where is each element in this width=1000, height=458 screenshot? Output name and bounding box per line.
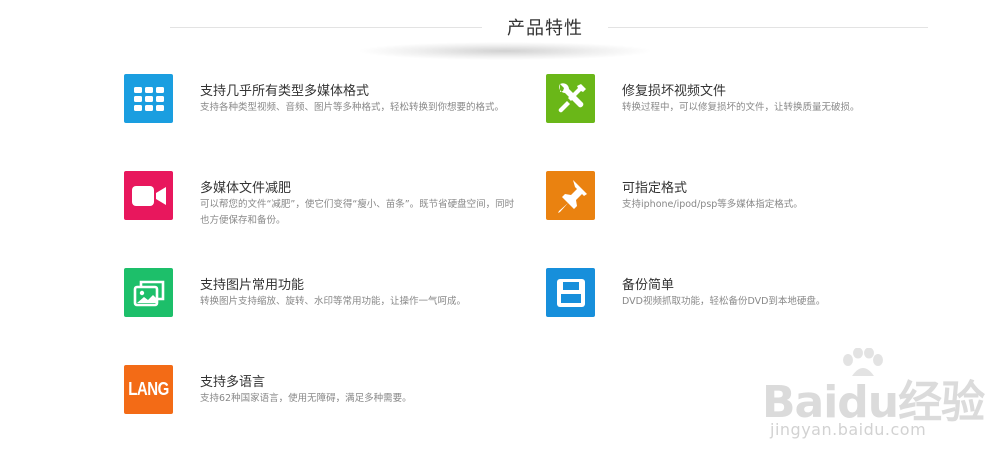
feature-item-repair: 修复损坏视频文件 转换过程中，可以修复损坏的文件，让转换质量无破损。 — [546, 74, 946, 124]
feature-item-backup: 备份简单 DVD视频抓取功能，轻松备份DVD到本地硬盘。 — [546, 268, 946, 318]
grid-icon — [124, 74, 173, 123]
title-divider-left — [170, 27, 482, 28]
title-shadow — [360, 42, 650, 60]
watermark-url: jingyan.baidu.com — [770, 420, 927, 439]
feature-item-images: 支持图片常用功能 转换图片支持缩放、旋转、水印等常用功能，让操作一气呵成。 — [124, 268, 524, 318]
feature-title: 可指定格式 — [622, 181, 688, 196]
feature-item-format-select: 可指定格式 支持iphone/ipod/psp等多媒体指定格式。 — [546, 171, 946, 221]
feature-title: 备份简单 — [622, 278, 675, 293]
feature-description: 支持各种类型视频、音频、图片等多种格式，轻松转换到你想要的格式。 — [200, 102, 505, 113]
pushpin-icon — [546, 171, 595, 220]
section-title: 产品特性 — [507, 18, 583, 39]
feature-item-languages: LANG 支持多语言 支持62种国家语言，使用无障碍，满足多种需要。 — [124, 365, 524, 415]
feature-title: 支持几乎所有类型多媒体格式 — [200, 84, 370, 99]
feature-title: 修复损坏视频文件 — [622, 84, 727, 99]
feature-description: 转换过程中，可以修复损坏的文件，让转换质量无破损。 — [622, 102, 860, 113]
section-header: 产品特性 — [0, 0, 1000, 60]
feature-description: 支持iphone/ipod/psp等多媒体指定格式。 — [622, 199, 803, 210]
feature-item-formats: 支持几乎所有类型多媒体格式 支持各种类型视频、音频、图片等多种格式，轻松转换到你… — [124, 74, 524, 124]
feature-title: 多媒体文件减肥 — [200, 181, 292, 196]
images-icon — [124, 268, 173, 317]
lang-icon: LANG — [124, 365, 173, 414]
feature-title: 支持多语言 — [200, 375, 266, 390]
title-divider-right — [608, 27, 928, 28]
video-camera-icon — [124, 171, 173, 220]
baidu-watermark: Baidu经验 jingyan.baidu.com — [760, 348, 990, 448]
feature-description: 可以帮您的文件“减肥”，使它们变得“瘦小、苗条”。既节省硬盘空间，同时也方便保存… — [200, 199, 515, 226]
floppy-disk-icon — [546, 268, 595, 317]
feature-title: 支持图片常用功能 — [200, 278, 305, 293]
feature-item-compress: 多媒体文件减肥 可以帮您的文件“减肥”，使它们变得“瘦小、苗条”。既节省硬盘空间… — [124, 171, 524, 226]
lang-icon-text: LANG — [128, 378, 169, 401]
feature-description: 支持62种国家语言，使用无障碍，满足多种需要。 — [200, 393, 412, 404]
feature-description: 转换图片支持缩放、旋转、水印等常用功能，让操作一气呵成。 — [200, 296, 467, 307]
feature-description: DVD视频抓取功能，轻松备份DVD到本地硬盘。 — [622, 296, 826, 307]
tools-icon — [546, 74, 595, 123]
